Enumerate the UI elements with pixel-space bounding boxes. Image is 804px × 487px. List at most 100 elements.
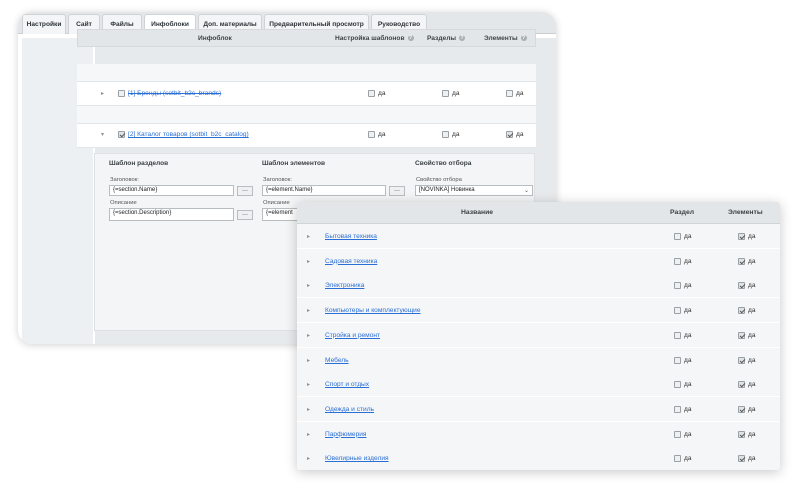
sections-window: Название Раздел Элементы ▸ Бытовая техник… <box>297 202 780 470</box>
yes-label: да <box>684 430 692 438</box>
chevron-right-icon[interactable]: ▸ <box>101 90 104 97</box>
chevron-right-icon[interactable]: ▸ <box>307 455 310 462</box>
table-row: ▸ Стройка и ремонт да да <box>297 322 780 348</box>
section-checkbox[interactable] <box>674 233 681 240</box>
section-title-picker-button[interactable]: ... <box>237 186 253 196</box>
section-checkbox[interactable] <box>674 356 681 364</box>
yes-label: да <box>684 257 692 265</box>
section-desc-picker-button[interactable]: ... <box>237 210 253 220</box>
table-row: ▸ Компьютеры и комплектующие да да <box>297 298 780 324</box>
filter-property-label: Свойство отбора <box>416 177 462 183</box>
infoblock-link[interactable]: [1] Бренды (sotbit_b2c_brands) <box>128 90 221 97</box>
chevron-right-icon[interactable]: ▸ <box>307 307 310 314</box>
section-checkbox[interactable] <box>674 257 681 265</box>
header-sections: Разделы? <box>427 35 466 42</box>
section-checkbox[interactable] <box>674 381 681 389</box>
elements-checkbox[interactable] <box>738 307 745 315</box>
elements-checkbox[interactable] <box>738 405 745 413</box>
section-link[interactable]: Мебель <box>325 357 349 364</box>
chevron-right-icon[interactable]: ▸ <box>307 431 310 438</box>
yes-label: да <box>748 455 756 463</box>
section-checkbox[interactable] <box>674 307 681 315</box>
chevron-right-icon[interactable]: ▸ <box>307 258 310 265</box>
section-checkbox[interactable] <box>674 405 681 413</box>
chevron-right-icon[interactable]: ▸ <box>307 282 310 289</box>
section-checkbox[interactable] <box>674 282 681 290</box>
section-link[interactable]: Ювелирные изделия <box>325 455 389 462</box>
sections-checkbox[interactable] <box>442 131 449 138</box>
help-icon[interactable]: ? <box>520 35 527 42</box>
yes-label: да <box>516 90 524 97</box>
templates-checkbox[interactable] <box>368 131 375 138</box>
header-name: Название <box>461 209 494 216</box>
elements-checkbox[interactable] <box>506 90 513 97</box>
element-desc-label: Описание <box>263 200 290 206</box>
section-checkbox[interactable] <box>674 455 681 463</box>
table-row: ▸ Садовая техника да да <box>297 248 780 274</box>
section-template-title: Шаблон разделов <box>109 160 169 167</box>
tab-settings[interactable]: Настройки <box>22 14 66 34</box>
elements-checkbox[interactable] <box>738 331 745 339</box>
element-title-input[interactable]: {=element.Name} <box>262 185 386 196</box>
elements-checkbox[interactable] <box>738 356 745 364</box>
element-template-title: Шаблон элементов <box>262 160 326 167</box>
chevron-right-icon[interactable]: ▸ <box>307 332 310 339</box>
help-icon[interactable]: ? <box>407 35 414 42</box>
section-title-input[interactable]: {=section.Name} <box>109 185 234 196</box>
section-desc-input[interactable]: {=section.Description} <box>109 208 234 221</box>
header-infoblock: Инфоблок <box>198 35 232 42</box>
table-row: ▸ Бытовая техника да да <box>297 224 780 249</box>
yes-label: да <box>378 131 386 138</box>
table-row: ▸ Спорт и отдых да да <box>297 372 780 398</box>
chevron-right-icon[interactable]: ▸ <box>307 233 310 240</box>
section-desc-label: Описание <box>110 200 137 206</box>
section-link[interactable]: Садовая техника <box>325 258 377 265</box>
elements-checkbox[interactable] <box>738 430 745 438</box>
elements-checkbox[interactable] <box>738 455 745 463</box>
help-icon[interactable]: ? <box>459 35 466 42</box>
element-title-picker-button[interactable]: ... <box>389 186 405 196</box>
elements-checkbox[interactable] <box>506 131 513 138</box>
yes-label: да <box>748 381 756 389</box>
section-link[interactable]: Спорт и отдых <box>325 381 369 388</box>
yes-label: да <box>748 233 756 240</box>
yes-label: да <box>748 405 756 413</box>
infoblock-checkbox[interactable] <box>118 90 125 97</box>
sections-checkbox[interactable] <box>442 90 449 97</box>
chevron-right-icon[interactable]: ▸ <box>307 357 310 364</box>
elements-checkbox[interactable] <box>738 257 745 265</box>
yes-label: да <box>684 356 692 364</box>
section-link[interactable]: Парфюмерия <box>325 431 367 438</box>
table-spacer-row <box>77 106 536 124</box>
infoblock-link[interactable]: [2] Каталог товаров (sotbit_b2c_catalog) <box>128 131 249 138</box>
header-elements: Элементы <box>728 209 763 216</box>
elements-checkbox[interactable] <box>738 233 745 240</box>
table-row: ▸ Одежда и стиль да да <box>297 396 780 422</box>
chevron-right-icon[interactable]: ▸ <box>307 381 310 388</box>
section-checkbox[interactable] <box>674 430 681 438</box>
filter-property-select[interactable]: [NOVINKA] Новинка ⌄ <box>415 185 533 196</box>
yes-label: да <box>452 90 460 97</box>
section-link[interactable]: Одежда и стиль <box>325 406 374 413</box>
section-link[interactable]: Стройка и ремонт <box>325 332 380 339</box>
header-elements: Элементы? <box>484 35 527 42</box>
section-link[interactable]: Электроника <box>325 282 364 289</box>
section-checkbox[interactable] <box>674 331 681 339</box>
yes-label: да <box>748 257 756 265</box>
yes-label: да <box>684 381 692 389</box>
sections-table-header: Название Раздел Элементы <box>297 202 780 224</box>
infoblock-checkbox[interactable] <box>118 131 125 138</box>
table-row: ▸ Мебель да да <box>297 347 780 373</box>
table-row: ▸ Электроника да да <box>297 273 780 299</box>
yes-label: да <box>684 331 692 339</box>
templates-checkbox[interactable] <box>368 90 375 97</box>
section-link[interactable]: Компьютеры и комплектующие <box>325 307 421 314</box>
elements-checkbox[interactable] <box>738 282 745 290</box>
yes-label: да <box>684 455 692 463</box>
elements-checkbox[interactable] <box>738 381 745 389</box>
element-desc-input[interactable]: {=element <box>262 208 298 221</box>
section-link[interactable]: Бытовая техника <box>325 233 377 240</box>
chevron-right-icon[interactable]: ▸ <box>307 406 310 413</box>
yes-label: да <box>748 307 756 315</box>
chevron-down-icon[interactable]: ▾ <box>101 131 104 138</box>
